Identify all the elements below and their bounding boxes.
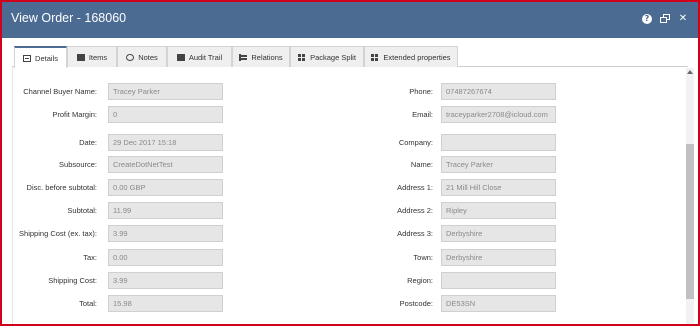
field-row-town: Town: Derbyshire [348,249,568,266]
address-1-field[interactable]: 21 Mill Hill Close [441,179,556,196]
region-field[interactable] [441,272,556,289]
vertical-scrollbar[interactable] [686,68,694,324]
tab-audit-trail[interactable]: Audit Trail [167,46,232,67]
close-icon[interactable]: ✕ [678,14,688,24]
channel-buyer-name-field[interactable]: Tracey Parker [108,83,223,100]
field-label: Subtotal: [67,206,97,215]
field-row-name: Name: Tracey Parker [348,156,568,173]
town-field[interactable]: Derbyshire [441,249,556,266]
extended-properties-icon [371,53,380,61]
field-label: Phone: [409,87,433,96]
field-label: Profit Margin: [52,110,97,119]
field-label: Address 1: [397,183,433,192]
help-icon[interactable]: ? [642,14,652,24]
field-row-disc-before-subtotal: Disc. before subtotal: 0.00 GBP [13,179,233,196]
address-2-field[interactable]: Ripley [441,202,556,219]
tab-notes[interactable]: Notes [117,46,167,67]
field-row-phone: Phone: 07487267674 [348,83,568,100]
phone-field[interactable]: 07487267674 [441,83,556,100]
tab-relations[interactable]: Relations [232,46,290,67]
tab-package-split[interactable]: Package Split [290,46,364,67]
tab-label: Relations [251,52,283,62]
field-row-company: Company: [348,134,568,151]
postcode-field[interactable]: DE53SN [441,295,556,312]
field-row-subtotal: Subtotal: 11.99 [13,202,233,219]
total-field[interactable]: 15.98 [108,295,223,312]
subtotal-field[interactable]: 11.99 [108,202,223,219]
field-row-total: Total: 15.98 [13,295,233,312]
field-label: Region: [407,276,433,285]
field-row-address-1: Address 1: 21 Mill Hill Close [348,179,568,196]
field-row-postcode: Postcode: DE53SN [348,295,568,312]
profit-margin-field[interactable]: 0 [108,106,223,123]
field-label: Address 3: [397,229,433,238]
relations-icon [239,53,248,61]
field-row-shipping-cost-ex-tax: Shipping Cost (ex. tax): 3.99 [13,225,233,242]
disc-before-subtotal-field[interactable]: 0.00 GBP [108,179,223,196]
date-field[interactable]: 29 Dec 2017 15:18 [108,134,223,151]
scroll-up-arrow-icon[interactable] [687,70,693,74]
field-row-shipping-cost: Shipping Cost: 3.99 [13,272,233,289]
field-row-profit-margin: Profit Margin: 0 [13,106,233,123]
field-label: Tax: [83,253,97,262]
field-row-channel-buyer-name: Channel Buyer Name: Tracey Parker [13,83,233,100]
tab-label: Audit Trail [188,52,223,62]
field-row-tax: Tax: 0.00 [13,249,233,266]
field-row-region: Region: [348,272,568,289]
scrollbar-thumb[interactable] [686,144,694,299]
field-label: Subsource: [59,160,97,169]
tab-extended-properties[interactable]: Extended properties [364,46,458,67]
field-label: Address 2: [397,206,433,215]
tab-details[interactable]: Details [14,46,67,68]
details-icon [23,54,32,62]
subsource-field[interactable]: CreateDotNetTest [108,156,223,173]
tax-field[interactable]: 0.00 [108,249,223,266]
field-label: Channel Buyer Name: [23,87,97,96]
address-3-field[interactable]: Derbyshire [441,225,556,242]
window-title: View Order - 168060 [11,11,127,25]
field-label: Date: [79,138,97,147]
field-label: Town: [413,253,433,262]
tab-label: Details [35,53,58,63]
view-order-window: View Order - 168060 ? ✕ Details Items No… [0,0,700,326]
notes-icon [126,53,135,61]
field-row-subsource: Subsource: CreateDotNetTest [13,156,233,173]
field-label: Shipping Cost (ex. tax): [19,229,97,238]
tab-items[interactable]: Items [67,46,117,67]
tab-label: Notes [138,52,158,62]
window-titlebar: View Order - 168060 ? ✕ [2,2,698,38]
items-icon [76,53,85,61]
field-label: Email: [412,110,433,119]
tab-bar: Details Items Notes Audit Trail Relation… [12,46,688,68]
company-field[interactable] [441,134,556,151]
field-label: Postcode: [399,299,433,308]
audit-trail-icon [176,53,185,61]
field-label: Shipping Cost: [48,276,97,285]
field-row-address-2: Address 2: Ripley [348,202,568,219]
field-label: Disc. before subtotal: [26,183,97,192]
field-label: Company: [398,138,433,147]
tab-label: Items [88,52,108,62]
field-row-email: Email: traceyparker2708@icloud.com [348,106,568,123]
tab-label: Package Split [310,52,356,62]
details-panel: Channel Buyer Name: Tracey Parker Profit… [12,67,677,324]
field-label: Total: [79,299,97,308]
field-label: Name: [410,160,433,169]
email-field[interactable]: traceyparker2708@icloud.com [441,106,556,123]
shipping-cost-field[interactable]: 3.99 [108,272,223,289]
package-split-icon [298,53,307,61]
name-field[interactable]: Tracey Parker [441,156,556,173]
tab-label: Extended properties [383,52,451,62]
restore-window-icon[interactable] [660,14,670,24]
shipping-cost-ex-tax-field[interactable]: 3.99 [108,225,223,242]
field-row-address-3: Address 3: Derbyshire [348,225,568,242]
field-row-date: Date: 29 Dec 2017 15:18 [13,134,233,151]
